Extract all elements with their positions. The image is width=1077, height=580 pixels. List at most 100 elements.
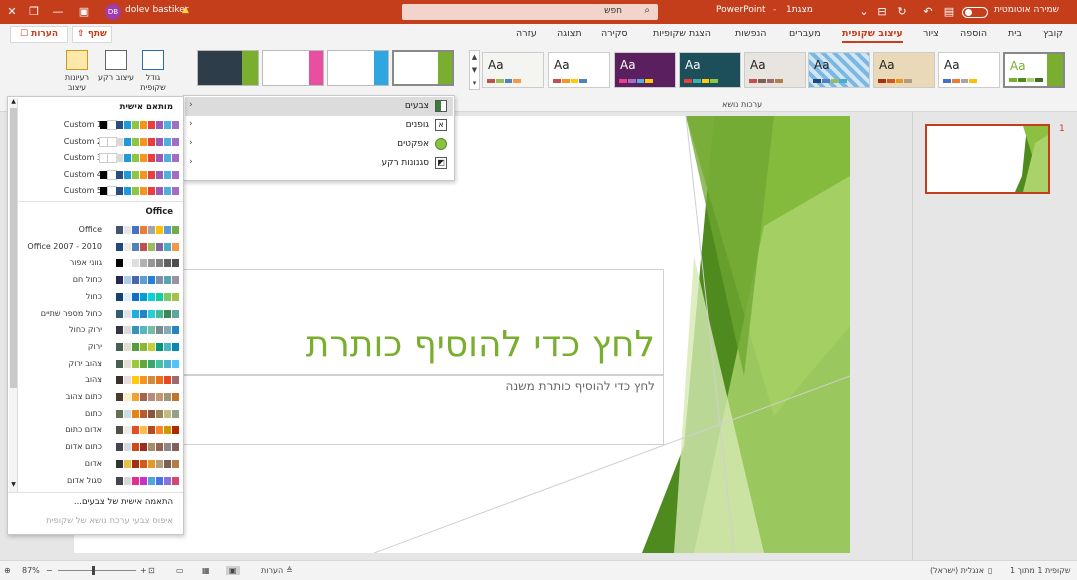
design-ideas-button[interactable]: רעיונות עיצוב xyxy=(58,50,96,102)
language-status[interactable]: אנגלית (ישראל) xyxy=(930,566,984,575)
office-swatch-row[interactable]: כחול מספר שתיים xyxy=(18,307,180,322)
color-swatch xyxy=(156,326,164,335)
save-icon[interactable]: ▤ xyxy=(941,4,957,20)
tab-draw[interactable]: ציור xyxy=(923,28,939,39)
tab-slideshow[interactable]: הצגת שקופיות xyxy=(653,28,711,39)
theme-5[interactable]: Aa xyxy=(744,52,806,88)
menu-item-effects[interactable]: ‹ אפקטים xyxy=(185,135,453,154)
custom-swatch-row[interactable]: Custom 4 xyxy=(18,168,180,183)
notes-icon[interactable]: ≜ xyxy=(286,566,293,575)
custom-swatch-row[interactable]: Custom 3 xyxy=(18,151,180,166)
search-box[interactable]: חפש ⌕ xyxy=(402,4,658,20)
scroll-up-icon[interactable]: ▲ xyxy=(9,98,18,105)
office-swatch-row[interactable]: כתום אדום xyxy=(18,440,180,455)
office-swatch-row[interactable]: ירוק כחול xyxy=(18,323,180,338)
colors-scrollbar[interactable]: ▲ ▼ xyxy=(9,98,18,493)
normal-view-icon[interactable]: ▣ xyxy=(226,566,240,575)
office-swatch-row[interactable]: גווני אפור xyxy=(18,256,180,271)
office-swatch-row[interactable]: צהוב xyxy=(18,373,180,388)
spelling-icon[interactable]: ▯ xyxy=(988,566,992,575)
title-placeholder[interactable]: לחץ כדי להוסיף כותרת xyxy=(181,269,664,375)
tab-transitions[interactable]: מעברים xyxy=(789,28,821,39)
comments-button[interactable]: ☐ הערות xyxy=(10,26,68,43)
present-icon[interactable]: ⊟ xyxy=(874,4,890,20)
slide-title[interactable]: לחץ כדי להוסיף כותרת xyxy=(306,324,655,365)
slide-thumbnail[interactable] xyxy=(925,124,1050,194)
variant-4[interactable] xyxy=(392,50,454,86)
tab-insert[interactable]: הוספה xyxy=(960,28,987,39)
office-swatch-row[interactable]: צהוב ירוק xyxy=(18,357,180,372)
custom-swatch-row[interactable]: Custom 2 xyxy=(18,135,180,150)
menu-item-fonts[interactable]: ‹ גופנים א xyxy=(185,116,453,135)
customize-colors-button[interactable]: התאמה אישית של צבעים... xyxy=(74,497,173,507)
thumbnail-art xyxy=(1015,126,1048,192)
notes-button[interactable]: הערות xyxy=(261,566,283,575)
user-name[interactable]: dolev bastiker xyxy=(125,5,189,15)
color-swatch xyxy=(116,342,124,351)
custom-swatch-row[interactable]: Custom 1 xyxy=(18,118,180,133)
variant-2[interactable] xyxy=(262,50,324,86)
slide-sorter-icon[interactable]: ▦ xyxy=(202,566,210,575)
tab-file[interactable]: קובץ xyxy=(1043,28,1063,39)
autosave-toggle[interactable] xyxy=(962,7,988,18)
restore-icon[interactable]: ❐ xyxy=(26,4,42,20)
undo-icon[interactable]: ↶ xyxy=(920,4,936,20)
menu-item-colors[interactable]: ‹ צבעים xyxy=(185,97,453,116)
color-swatch xyxy=(116,459,124,468)
theme-1[interactable]: Aa xyxy=(482,52,544,88)
office-swatch-row[interactable]: Office 2007 - 2010 xyxy=(18,240,180,255)
theme-7[interactable]: Aa xyxy=(873,52,935,88)
theme-3[interactable]: Aa xyxy=(614,52,676,88)
slide-canvas[interactable]: לחץ כדי להוסיף כותרת לחץ כדי להוסיף כותר… xyxy=(74,116,850,553)
themes-gallery-scroll[interactable]: ▲ ▼ ▾ xyxy=(469,50,480,90)
theme-6[interactable]: Aa xyxy=(808,52,870,88)
tab-animations[interactable]: הנפשות xyxy=(735,28,767,39)
office-swatch-row[interactable]: כחול xyxy=(18,290,180,305)
tab-view[interactable]: תצוגה xyxy=(557,28,582,39)
slide-subtitle[interactable]: לחץ כדי להוסיף כותרת משנה xyxy=(505,379,655,393)
redo-icon[interactable]: ↻ xyxy=(894,4,910,20)
theme-9-facet[interactable]: Aa xyxy=(1003,52,1065,88)
menu-item-background-styles[interactable]: ‹ סגנונות רקע ◩ xyxy=(185,154,453,173)
scroll-down-icon[interactable]: ▼ xyxy=(9,481,18,488)
customize-qat-icon[interactable]: ⌄ xyxy=(856,4,872,20)
avatar[interactable]: DB xyxy=(105,4,121,20)
office-swatch-row[interactable]: כתום xyxy=(18,407,180,422)
slide-size-button[interactable]: גודל שקופית xyxy=(134,50,172,102)
reading-view-icon[interactable]: ▭ xyxy=(176,566,184,575)
zoom-level[interactable]: 87% xyxy=(22,566,40,575)
office-swatch-row[interactable]: כתום צהוב xyxy=(18,390,180,405)
fit-slide-icon[interactable]: ⊕ xyxy=(4,566,11,575)
office-swatch-row[interactable]: Office xyxy=(18,223,180,238)
tab-home[interactable]: בית xyxy=(1008,28,1022,39)
variant-1[interactable] xyxy=(197,50,259,86)
theme-2[interactable]: Aa xyxy=(548,52,610,88)
zoom-out-icon[interactable]: − xyxy=(46,566,53,575)
warning-icon[interactable]: ▲ xyxy=(182,5,189,15)
zoom-in-icon[interactable]: + xyxy=(140,566,147,575)
scrollbar-thumb[interactable] xyxy=(10,108,17,388)
theme-8[interactable]: Aa xyxy=(938,52,1000,88)
office-swatch-row[interactable]: סגול אדום xyxy=(18,474,180,489)
variant-3[interactable] xyxy=(327,50,389,86)
zoom-slider[interactable] xyxy=(58,566,136,575)
office-swatch-row[interactable]: כחול חם xyxy=(18,273,180,288)
theme-4[interactable]: Aa xyxy=(679,52,741,88)
slideshow-view-icon[interactable]: ⊡ xyxy=(148,566,155,575)
tab-help[interactable]: עזרה xyxy=(516,28,537,39)
search-input[interactable]: חפש xyxy=(604,6,622,16)
office-swatch-row[interactable]: אדום xyxy=(18,457,180,472)
share-button[interactable]: ⇧ שתף xyxy=(72,26,112,43)
format-background-button[interactable]: עיצוב רקע xyxy=(97,50,135,102)
font-A-icon: א xyxy=(435,119,447,131)
tab-review[interactable]: סקירה xyxy=(601,28,628,39)
color-set-name: כתום אדום xyxy=(65,442,102,452)
office-swatch-row[interactable]: ירוק xyxy=(18,340,180,355)
office-swatch-row[interactable]: אדום כתום xyxy=(18,423,180,438)
close-icon[interactable]: ✕ xyxy=(4,4,20,20)
minimize-icon[interactable]: — xyxy=(50,4,66,20)
custom-swatch-row[interactable]: Custom 5 xyxy=(18,184,180,199)
tab-design[interactable]: עיצוב שקופית xyxy=(842,28,903,43)
ribbon-display-icon[interactable]: ▣ xyxy=(76,4,92,20)
subtitle-placeholder[interactable]: לחץ כדי להוסיף כותרת משנה xyxy=(181,375,664,445)
